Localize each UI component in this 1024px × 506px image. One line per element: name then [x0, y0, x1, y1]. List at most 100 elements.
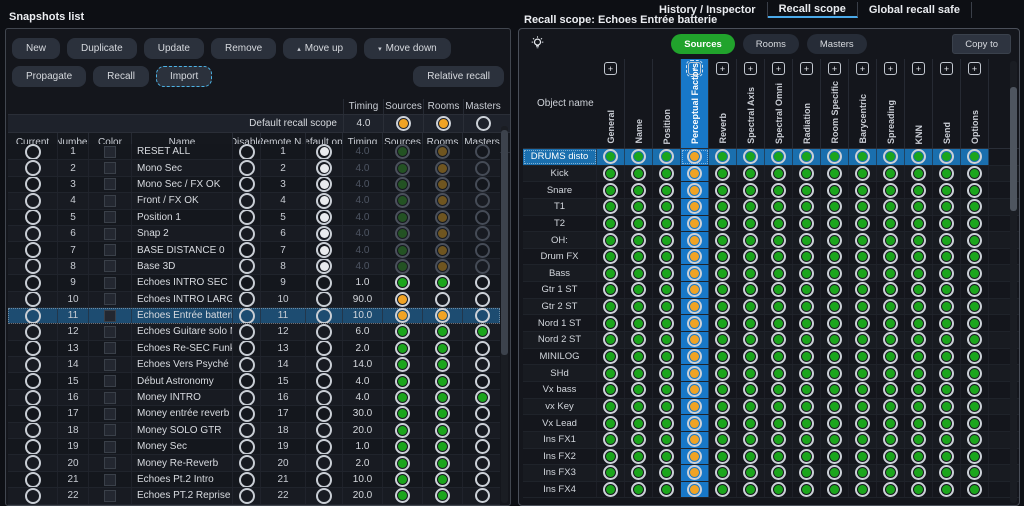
filter-sources-button[interactable]: Sources — [671, 34, 735, 54]
scope-led-spectral-axis[interactable] — [743, 249, 758, 264]
expand-spectral-axis-button[interactable]: + — [744, 62, 757, 75]
scope-led-reverb[interactable] — [715, 316, 730, 331]
masters-led[interactable] — [475, 292, 490, 307]
matrix-row[interactable]: Ins FX1 — [523, 432, 1019, 449]
sources-led[interactable] — [395, 374, 410, 389]
scope-led-options[interactable] — [967, 216, 982, 231]
snapshot-row[interactable]: 5Position 154.0 — [8, 210, 500, 226]
scope-led-barycentric[interactable] — [855, 266, 870, 281]
color-swatch[interactable] — [104, 260, 116, 272]
matrix-row[interactable]: Ins FX2 — [523, 449, 1019, 466]
current-radio[interactable] — [25, 242, 41, 257]
timing-value[interactable]: 4.0 — [343, 210, 383, 225]
scope-led-general[interactable] — [603, 349, 618, 364]
scope-led-options[interactable] — [967, 382, 982, 397]
rooms-led[interactable] — [435, 390, 450, 405]
scope-led-knn[interactable] — [911, 282, 926, 297]
disable-radio[interactable] — [239, 472, 255, 487]
scope-led-reverb[interactable] — [715, 349, 730, 364]
scope-led-general[interactable] — [603, 299, 618, 314]
color-swatch[interactable] — [104, 293, 116, 305]
sources-led[interactable] — [395, 439, 410, 454]
scope-led-options[interactable] — [967, 316, 982, 331]
sources-led[interactable] — [395, 177, 410, 192]
default-op-radio[interactable] — [316, 210, 332, 225]
sources-led[interactable] — [395, 341, 410, 356]
rooms-led[interactable] — [435, 374, 450, 389]
scope-led-position[interactable] — [659, 382, 674, 397]
current-radio[interactable] — [25, 373, 41, 388]
sources-led[interactable] — [395, 324, 410, 339]
scope-led-spreading[interactable] — [883, 366, 898, 381]
scope-led-general[interactable] — [603, 266, 618, 281]
masters-led[interactable] — [475, 259, 490, 274]
scope-led-send[interactable] — [939, 399, 954, 414]
scope-led-spectral-axis[interactable] — [743, 183, 758, 198]
timing-value[interactable]: 4.0 — [343, 160, 383, 175]
scope-led-send[interactable] — [939, 149, 954, 164]
scope-led-send[interactable] — [939, 382, 954, 397]
scope-led-position[interactable] — [659, 299, 674, 314]
color-swatch[interactable] — [104, 490, 116, 502]
scope-led-position[interactable] — [659, 166, 674, 181]
scope-led-position[interactable] — [659, 233, 674, 248]
scope-led-reverb[interactable] — [715, 166, 730, 181]
scope-led-perceptual-factors[interactable] — [687, 266, 702, 281]
scope-led-spectral-omni[interactable] — [771, 282, 786, 297]
scope-led-radiation[interactable] — [799, 266, 814, 281]
scope-led-reverb[interactable] — [715, 199, 730, 214]
scope-led-name[interactable] — [631, 366, 646, 381]
scope-led-barycentric[interactable] — [855, 282, 870, 297]
scope-led-spreading[interactable] — [883, 332, 898, 347]
scope-led-perceptual-factors[interactable] — [687, 399, 702, 414]
scope-led-knn[interactable] — [911, 183, 926, 198]
tab-recall-scope[interactable]: Recall scope — [768, 2, 858, 18]
scope-led-barycentric[interactable] — [855, 449, 870, 464]
scope-led-send[interactable] — [939, 332, 954, 347]
scope-led-perceptual-factors[interactable] — [687, 449, 702, 464]
scope-led-reverb[interactable] — [715, 216, 730, 231]
snapshot-row[interactable]: 9Echoes INTRO SEC91.0 — [8, 275, 500, 291]
scope-led-name[interactable] — [631, 349, 646, 364]
snapshot-row[interactable]: 10Echoes INTRO LARGE LARGE1090.0 — [8, 292, 500, 308]
current-radio[interactable] — [25, 455, 41, 470]
scope-led-send[interactable] — [939, 249, 954, 264]
relative-recall-button[interactable]: Relative recall — [413, 66, 504, 87]
masters-led[interactable] — [475, 275, 490, 290]
scope-led-room-specific[interactable] — [827, 266, 842, 281]
scope-led-room-specific[interactable] — [827, 249, 842, 264]
sources-led[interactable] — [395, 357, 410, 372]
scope-led-perceptual-factors[interactable] — [687, 216, 702, 231]
scope-led-general[interactable] — [603, 332, 618, 347]
timing-value[interactable]: 6.0 — [343, 324, 383, 339]
filter-masters-button[interactable]: Masters — [807, 34, 867, 54]
scope-led-spreading[interactable] — [883, 382, 898, 397]
current-radio[interactable] — [25, 193, 41, 208]
scope-led-barycentric[interactable] — [855, 199, 870, 214]
default-op-radio[interactable] — [316, 357, 332, 372]
scope-led-room-specific[interactable] — [827, 316, 842, 331]
scope-led-knn[interactable] — [911, 382, 926, 397]
disable-radio[interactable] — [239, 259, 255, 274]
scope-led-reverb[interactable] — [715, 266, 730, 281]
scope-led-room-specific[interactable] — [827, 349, 842, 364]
scope-led-radiation[interactable] — [799, 382, 814, 397]
default-op-radio[interactable] — [316, 292, 332, 307]
timing-value[interactable]: 1.0 — [343, 275, 383, 290]
scope-led-spreading[interactable] — [883, 183, 898, 198]
scope-led-spreading[interactable] — [883, 465, 898, 480]
scope-led-position[interactable] — [659, 266, 674, 281]
move-down-button[interactable]: ▾Move down — [364, 38, 451, 59]
scope-led-spectral-axis[interactable] — [743, 416, 758, 431]
matrix-scrollbar[interactable] — [1010, 61, 1017, 503]
scope-led-position[interactable] — [659, 332, 674, 347]
propagate-button[interactable]: Propagate — [12, 66, 86, 87]
disable-radio[interactable] — [239, 144, 255, 159]
sources-led[interactable] — [395, 488, 410, 503]
rooms-led[interactable] — [435, 210, 450, 225]
scope-led-general[interactable] — [603, 366, 618, 381]
matrix-row[interactable]: T1 — [523, 199, 1019, 216]
scope-led-barycentric[interactable] — [855, 382, 870, 397]
scope-led-spreading[interactable] — [883, 282, 898, 297]
masters-led[interactable] — [475, 456, 490, 471]
